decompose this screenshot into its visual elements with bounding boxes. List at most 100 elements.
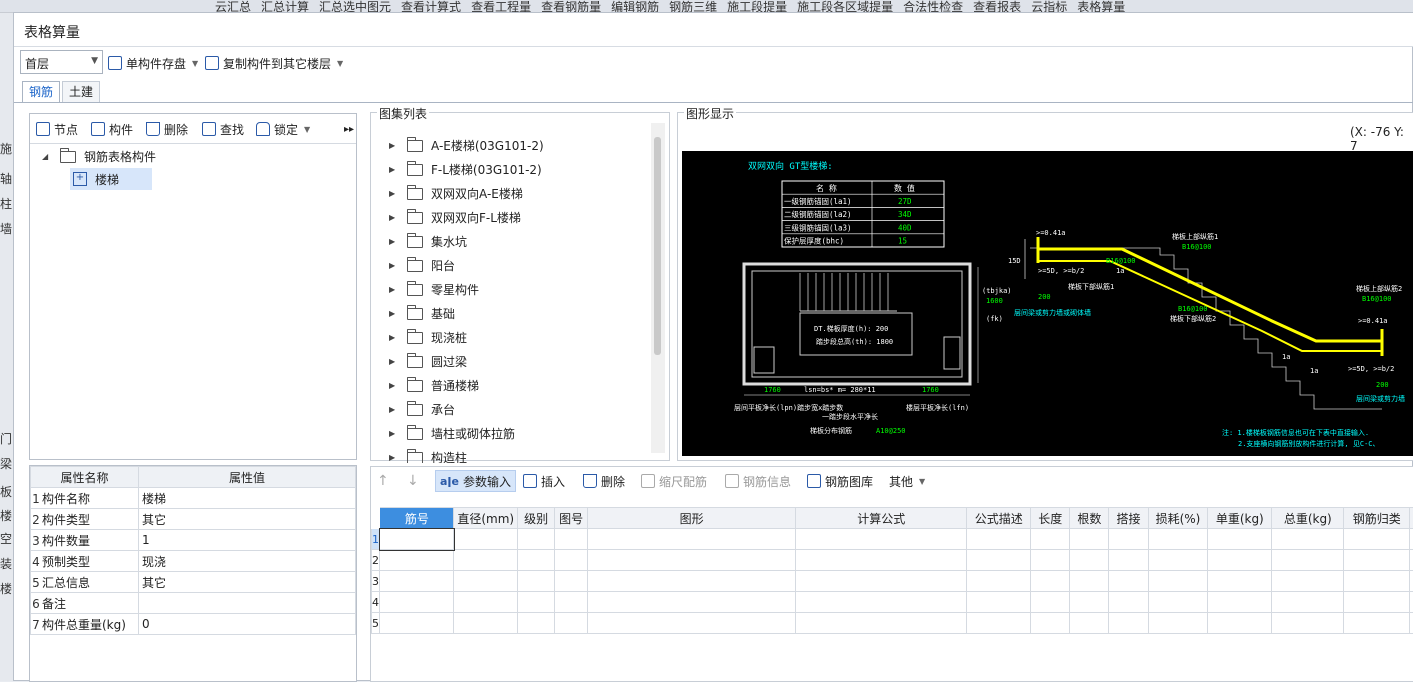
rebar-delete-button[interactable]: 删除 (583, 470, 625, 492)
rebar-cell[interactable] (588, 571, 796, 592)
param-input-button[interactable]: aǀe参数输入 (435, 470, 516, 492)
rebar-column-header[interactable]: 级别 (518, 508, 555, 529)
floor-select[interactable]: 首层 ▼ (20, 50, 103, 74)
property-value[interactable]: 其它 (139, 572, 356, 593)
atlas-item[interactable]: ▶双网双向F-L楼梯 (389, 209, 521, 226)
rebar-cell[interactable] (588, 613, 796, 634)
rebar-cell[interactable] (518, 613, 555, 634)
rebar-cell[interactable] (380, 613, 454, 634)
rebar-cell[interactable] (1070, 571, 1109, 592)
save-component-button[interactable]: 单构件存盘 ▼ (108, 52, 198, 74)
rebar-cell[interactable] (967, 571, 1031, 592)
property-value[interactable]: 楼梯 (139, 488, 356, 509)
property-value[interactable]: 1 (139, 530, 356, 551)
rebar-cell[interactable] (518, 550, 555, 571)
rebar-cell[interactable] (796, 571, 967, 592)
rebar-cell[interactable] (454, 550, 518, 571)
scale-rebar-button[interactable]: 缩尺配筋 (641, 470, 707, 492)
rebar-cell[interactable] (1148, 592, 1208, 613)
atlas-item[interactable]: ▶F-L楼梯(03G101-2) (389, 161, 542, 178)
rebar-column-header[interactable]: 计算公式 (796, 508, 967, 529)
atlas-item[interactable]: ▶承台 (389, 401, 455, 418)
rebar-cell[interactable] (1109, 550, 1148, 571)
rebar-cell[interactable] (1031, 613, 1070, 634)
rebar-cell[interactable] (1109, 613, 1148, 634)
atlas-item[interactable]: ▶零星构件 (389, 281, 479, 298)
other-button[interactable]: 其他▼ (889, 470, 925, 492)
node-button[interactable]: 节点 (36, 118, 78, 140)
rebar-cell[interactable] (518, 571, 555, 592)
rebar-cell[interactable] (1344, 571, 1410, 592)
rebar-cell[interactable] (1148, 613, 1208, 634)
rebar-cell[interactable] (1344, 613, 1410, 634)
rebar-cell[interactable] (1070, 592, 1109, 613)
rebar-cell[interactable] (1272, 550, 1344, 571)
rebar-column-header[interactable]: 总重(kg) (1272, 508, 1344, 529)
rebar-cell[interactable] (1148, 571, 1208, 592)
rebar-cell[interactable] (1109, 592, 1148, 613)
rebar-column-header[interactable]: 搭接 (1109, 508, 1148, 529)
rebar-cell[interactable] (1208, 592, 1272, 613)
rebar-cell[interactable] (796, 529, 967, 550)
delete-button[interactable]: 删除 (146, 118, 188, 140)
rebar-row[interactable]: 2 (372, 550, 1413, 571)
rebar-cell[interactable] (1031, 592, 1070, 613)
rebar-column-header[interactable]: 图形 (588, 508, 796, 529)
atlas-item[interactable]: ▶现浇桩 (389, 329, 467, 346)
rebar-column-header[interactable]: 筋号 (380, 508, 454, 529)
rebar-column-header[interactable]: 直径(mm) (454, 508, 518, 529)
property-value[interactable]: 现浇 (139, 551, 356, 572)
tree-node-stairs[interactable]: + 楼梯 (70, 168, 152, 190)
tree-root-node[interactable]: ◢ 钢筋表格构件 (42, 148, 156, 165)
copy-to-floors-button[interactable]: 复制构件到其它楼层 ▼ (205, 52, 343, 74)
rebar-cell[interactable] (1148, 550, 1208, 571)
find-button[interactable]: 查找 (202, 118, 244, 140)
rebar-cell[interactable] (1272, 571, 1344, 592)
atlas-item[interactable]: ▶构造柱 (389, 449, 467, 463)
rebar-row[interactable]: 5 (372, 613, 1413, 634)
rebar-cell[interactable] (1208, 550, 1272, 571)
rebar-cell[interactable] (454, 571, 518, 592)
atlas-item[interactable]: ▶阳台 (389, 257, 455, 274)
expand-more-icon[interactable]: ▸▸ (344, 118, 354, 140)
rebar-cell[interactable] (1208, 613, 1272, 634)
rebar-cell[interactable] (1208, 571, 1272, 592)
rebar-cell[interactable] (454, 592, 518, 613)
property-row[interactable]: 4预制类型现浇 (31, 551, 356, 572)
rebar-row[interactable]: 4 (372, 592, 1413, 613)
rebar-cell[interactable] (380, 550, 454, 571)
property-value[interactable] (139, 593, 356, 614)
rebar-library-button[interactable]: 钢筋图库 (807, 470, 873, 492)
atlas-scrollbar[interactable] (651, 123, 665, 453)
rebar-cell[interactable] (518, 529, 555, 550)
atlas-item[interactable]: ▶墙柱或砌体拉筋 (389, 425, 515, 442)
stair-cad-drawing[interactable]: 双网双向 GT型楼梯:名 称数 值一级钢筋锚固(la1)27D二级钢筋锚固(la… (682, 151, 1413, 456)
insert-button[interactable]: 插入 (523, 470, 565, 492)
rebar-column-header[interactable]: 损耗(%) (1148, 508, 1208, 529)
rebar-cell[interactable] (796, 592, 967, 613)
rebar-cell[interactable] (1272, 529, 1344, 550)
lock-button[interactable]: 锁定▼ (256, 118, 310, 140)
atlas-item[interactable]: ▶双网双向A-E楼梯 (389, 185, 523, 202)
rebar-cell[interactable] (588, 592, 796, 613)
atlas-item[interactable]: ▶集水坑 (389, 233, 467, 250)
rebar-cell[interactable] (1109, 571, 1148, 592)
rebar-cell[interactable] (454, 529, 518, 550)
rebar-cell[interactable] (555, 613, 588, 634)
component-button[interactable]: 构件 (91, 118, 133, 140)
rebar-cell[interactable] (555, 571, 588, 592)
rebar-cell[interactable] (1031, 550, 1070, 571)
rebar-cell[interactable] (1148, 529, 1208, 550)
rebar-cell[interactable] (380, 529, 454, 550)
rebar-cell[interactable] (1031, 571, 1070, 592)
rebar-cell[interactable] (796, 613, 967, 634)
property-row[interactable]: 3构件数量1 (31, 530, 356, 551)
rebar-cell[interactable] (796, 550, 967, 571)
rebar-cell[interactable] (1272, 613, 1344, 634)
rebar-cell[interactable] (555, 529, 588, 550)
atlas-item[interactable]: ▶普通楼梯 (389, 377, 479, 394)
rebar-cell[interactable] (1344, 529, 1410, 550)
rebar-cell[interactable] (1344, 592, 1410, 613)
rebar-cell[interactable] (1031, 529, 1070, 550)
rebar-cell[interactable] (967, 550, 1031, 571)
